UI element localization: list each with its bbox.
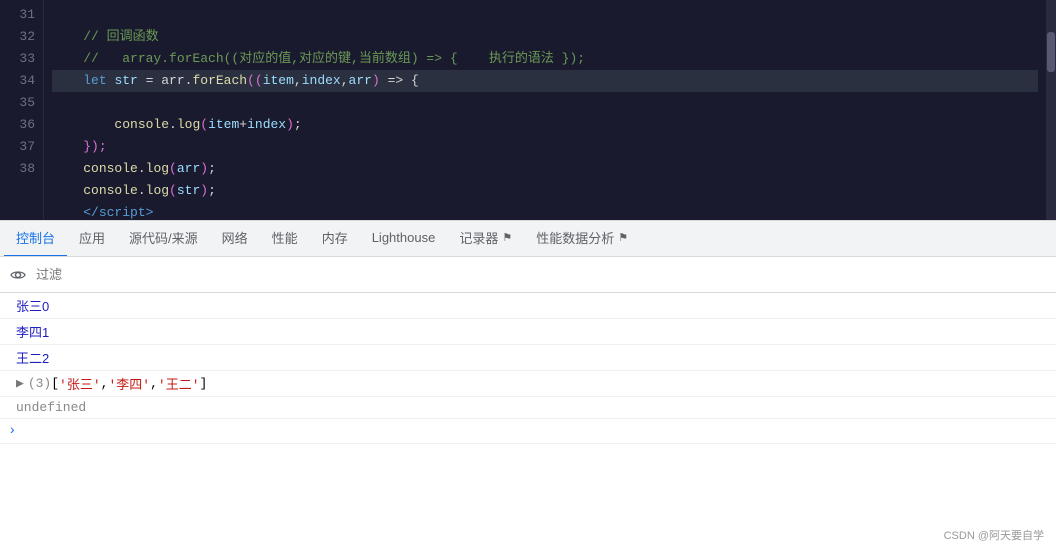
console-output-line-5: undefined <box>0 397 1056 419</box>
line-numbers: 31 32 33 34 35 36 37 38 <box>0 0 44 220</box>
console-output-line-4: ▶ (3) [ '张三' , '李四' , '王二' ] <box>0 371 1056 397</box>
console-toolbar <box>0 257 1056 293</box>
code-editor: 31 32 33 34 35 36 37 38 // 回调函数 // array… <box>0 0 1056 220</box>
undefined-text: undefined <box>16 400 86 415</box>
output-text-2: 李四1 <box>16 322 49 341</box>
tab-perf-insights[interactable]: 性能数据分析 ⚑ <box>524 221 640 257</box>
array-expand-icon[interactable]: ▶ <box>16 376 24 391</box>
tab-recorder[interactable]: 记录器 ⚑ <box>447 221 524 257</box>
console-output: 张三0 李四1 王二2 ▶ (3) [ '张三' , '李四' , '王二' ]… <box>0 293 1056 549</box>
array-count: (3) <box>28 376 51 391</box>
scrollbar[interactable] <box>1046 0 1056 220</box>
console-output-line-1: 张三0 <box>0 293 1056 319</box>
watermark: CSDN @阿天要自学 <box>944 527 1044 543</box>
console-output-line-2: 李四1 <box>0 319 1056 345</box>
console-prompt-line[interactable]: › <box>0 419 1056 444</box>
devtools-panel: 控制台 应用 源代码/来源 网络 性能 内存 Lighthouse 记录器 ⚑ … <box>0 220 1056 549</box>
tab-sources[interactable]: 源代码/来源 <box>117 221 210 257</box>
eye-icon-button[interactable] <box>8 265 28 285</box>
tab-lighthouse[interactable]: Lighthouse <box>360 221 448 257</box>
tab-console[interactable]: 控制台 <box>4 221 67 257</box>
code-content: // 回调函数 // array.forEach((对应的值,对应的键,当前数组… <box>44 0 1046 220</box>
filter-input[interactable] <box>36 267 1048 282</box>
tab-memory[interactable]: 内存 <box>310 221 360 257</box>
tab-bar: 控制台 应用 源代码/来源 网络 性能 内存 Lighthouse 记录器 ⚑ … <box>0 221 1056 257</box>
console-output-line-3: 王二2 <box>0 345 1056 371</box>
tab-application[interactable]: 应用 <box>67 221 117 257</box>
recorder-icon: ⚑ <box>502 231 512 244</box>
output-text-3: 王二2 <box>16 348 49 367</box>
eye-icon <box>10 267 26 283</box>
tab-performance[interactable]: 性能 <box>260 221 310 257</box>
tab-network[interactable]: 网络 <box>210 221 260 257</box>
perf-insights-icon: ⚑ <box>618 231 628 244</box>
output-text-1: 张三0 <box>16 296 49 315</box>
console-prompt-icon[interactable]: › <box>8 423 16 439</box>
